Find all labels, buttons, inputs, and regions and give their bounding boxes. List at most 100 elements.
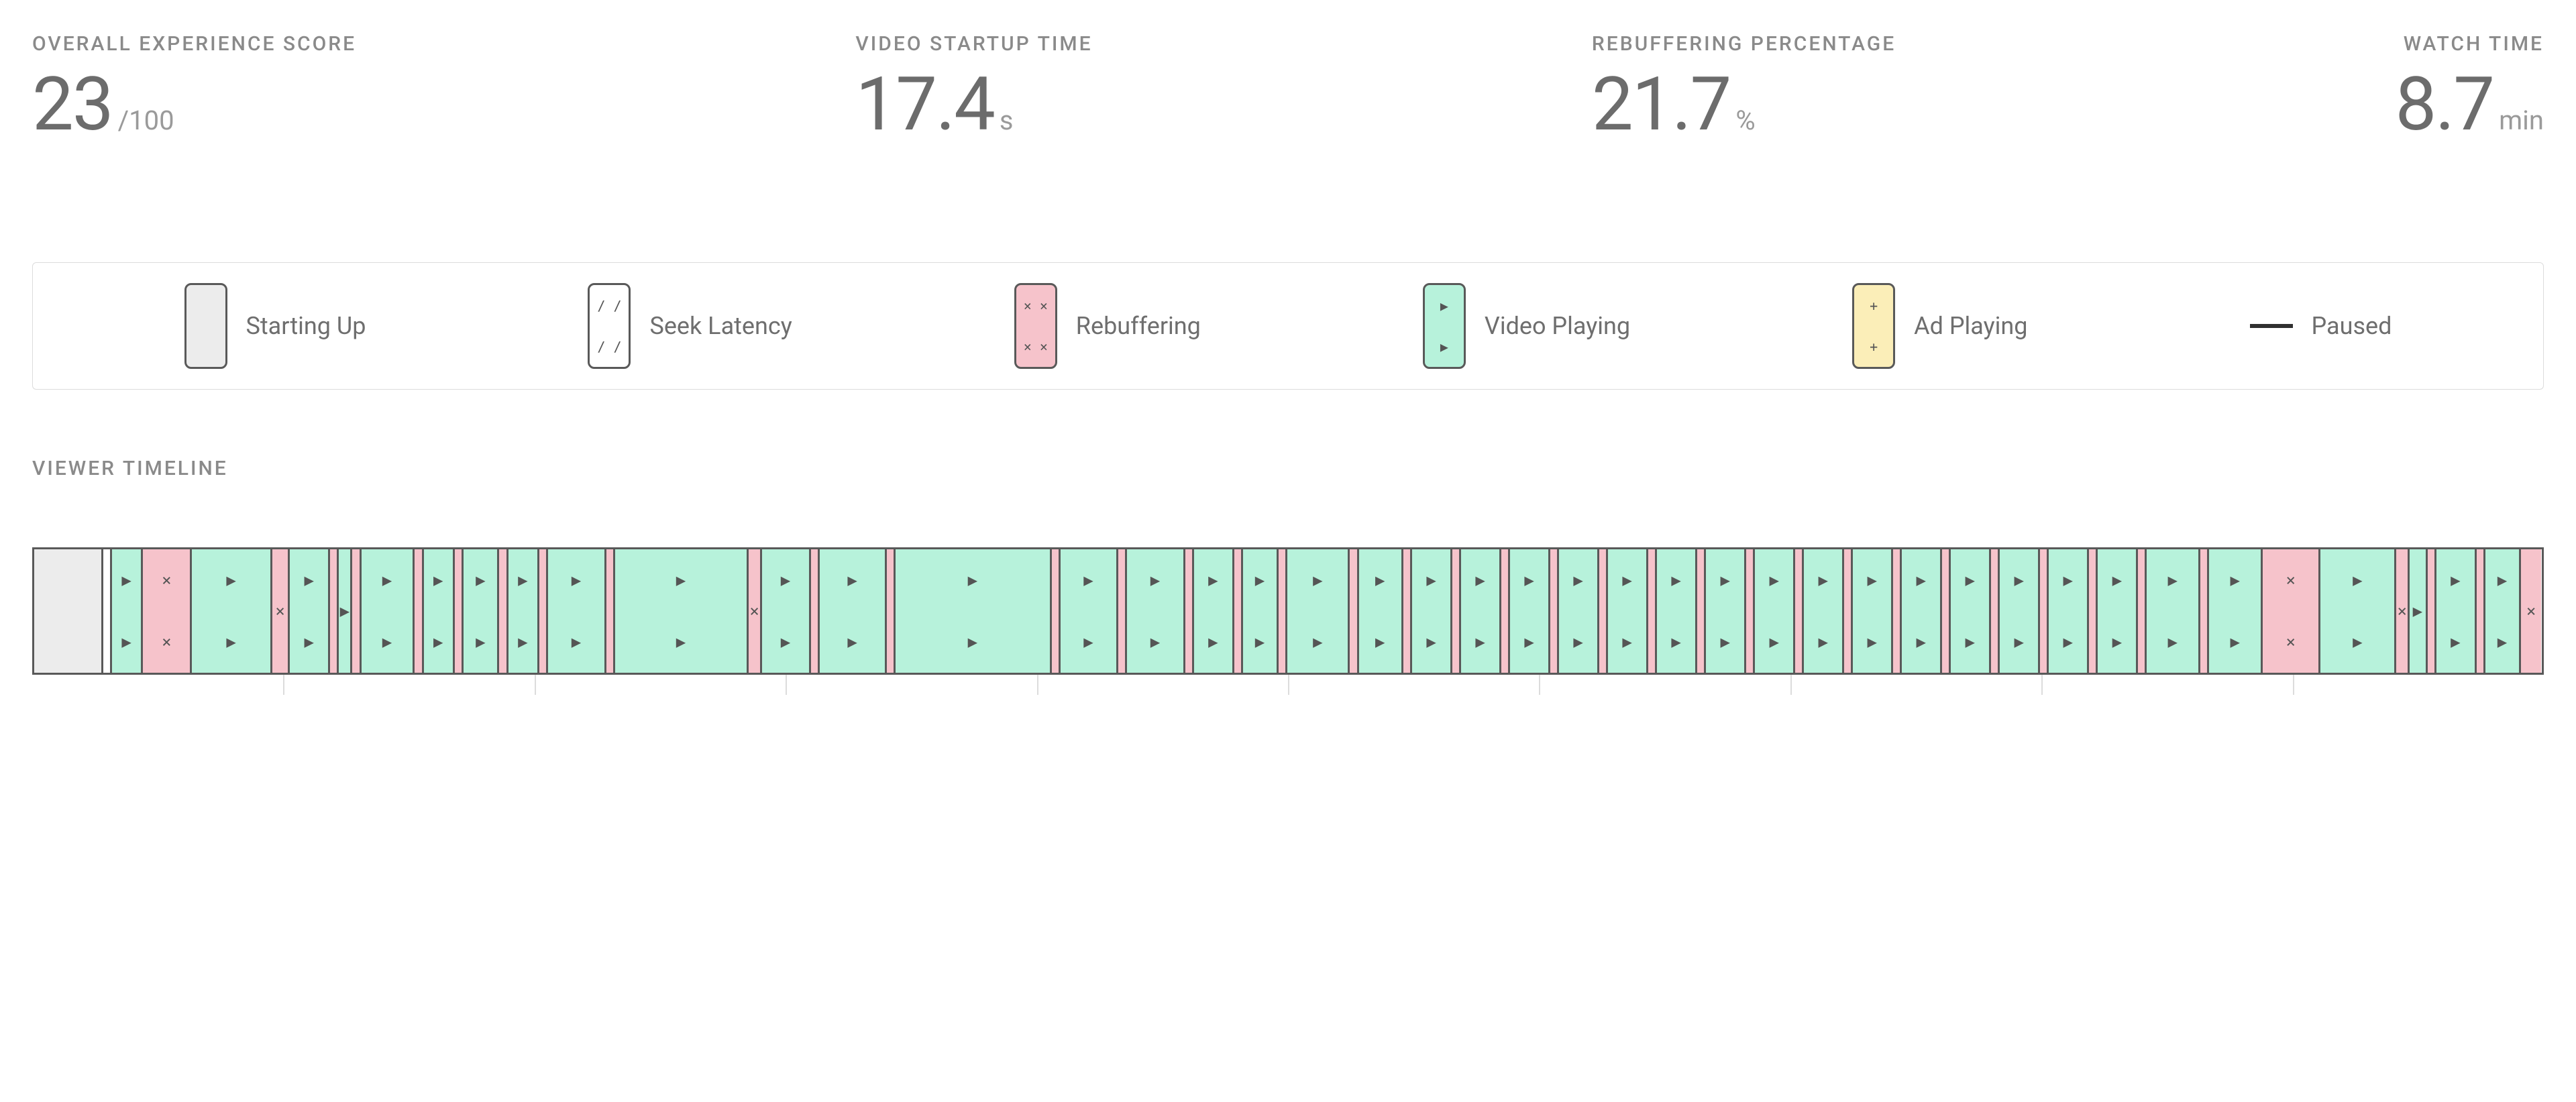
legend-rebuffering: × ×× × Rebuffering xyxy=(1014,283,1201,369)
timeline-segment-rebuffer[interactable] xyxy=(413,549,421,673)
timeline-segment-rebuffer[interactable] xyxy=(2087,549,2096,673)
axis-tick xyxy=(1790,675,2041,695)
timeline-segment-playing[interactable]: ▶▶ xyxy=(1851,549,1891,673)
timeline-segment-playing[interactable]: ▶▶ xyxy=(1285,549,1348,673)
metric-label: OVERALL EXPERIENCE SCORE xyxy=(32,32,356,56)
timeline-segment-playing[interactable]: ▶▶ xyxy=(1900,549,1940,673)
timeline-segment-playing[interactable]: ▶▶ xyxy=(1410,549,1450,673)
timeline-segment-rebuffer[interactable] xyxy=(537,549,546,673)
timeline-segment-rebuffer[interactable] xyxy=(1499,549,1508,673)
timeline-segment-playing[interactable]: ▶ xyxy=(2408,549,2426,673)
timeline-segment-playing[interactable]: ▶▶ xyxy=(506,549,537,673)
timeline-segment-playing[interactable]: ▶▶ xyxy=(1192,549,1232,673)
timeline-segment-playing[interactable]: ▶▶ xyxy=(2145,549,2198,673)
timeline-segment-rebuffer[interactable] xyxy=(2136,549,2145,673)
timeline-segment-rebuffer[interactable] xyxy=(453,549,462,673)
timeline-segment-rebuffer[interactable]: ×× xyxy=(141,549,190,673)
timeline-segment-playing[interactable]: ▶▶ xyxy=(190,549,270,673)
ad-playing-icon: ++ xyxy=(1852,283,1895,369)
timeline-segment-rebuffer[interactable] xyxy=(1277,549,1285,673)
timeline-segment-rebuffer[interactable] xyxy=(885,549,894,673)
timeline-segment-playing[interactable]: ▶▶ xyxy=(1753,549,1793,673)
legend-label: Paused xyxy=(2312,312,2392,340)
timeline-segment-rebuffer[interactable] xyxy=(497,549,506,673)
timeline-segment-rebuffer[interactable]: × xyxy=(2519,549,2541,673)
timeline-segment-rebuffer[interactable] xyxy=(1842,549,1851,673)
timeline-segment-playing[interactable]: ▶▶ xyxy=(2207,549,2261,673)
timeline-segment-rebuffer[interactable] xyxy=(1183,549,1192,673)
timeline-segment-rebuffer[interactable] xyxy=(1744,549,1753,673)
timeline-segment-playing[interactable]: ▶▶ xyxy=(1508,549,1548,673)
legend-label: Seek Latency xyxy=(649,312,792,340)
timeline-segment-playing[interactable]: ▶▶ xyxy=(1606,549,1646,673)
timeline-segment-playing[interactable]: ▶▶ xyxy=(1357,549,1401,673)
timeline-segment-rebuffer[interactable] xyxy=(1450,549,1459,673)
timeline-segment-rebuffer[interactable] xyxy=(1695,549,1704,673)
timeline-segment-rebuffer[interactable] xyxy=(1793,549,1802,673)
timeline-segment-rebuffer[interactable] xyxy=(1646,549,1655,673)
timeline-segment-playing[interactable]: ▶▶ xyxy=(1802,549,1842,673)
timeline-segment-rebuffer[interactable]: × xyxy=(2394,549,2408,673)
timeline-track[interactable]: ▶▶××▶▶×▶▶▶▶▶▶▶▶▶▶▶▶▶▶▶×▶▶▶▶▶▶▶▶▶▶▶▶▶▶▶▶▶… xyxy=(32,547,2544,675)
timeline-segment-playing[interactable]: ▶▶ xyxy=(110,549,141,673)
timeline-legend: Starting Up / // / Seek Latency × ×× × R… xyxy=(32,262,2544,390)
timeline-segment-playing[interactable]: ▶▶ xyxy=(613,549,747,673)
timeline-segment-playing[interactable]: ▶▶ xyxy=(1704,549,1744,673)
timeline-segment-playing[interactable]: ▶▶ xyxy=(1557,549,1597,673)
timeline-segment-rebuffer[interactable] xyxy=(1989,549,1998,673)
legend-label: Starting Up xyxy=(246,312,366,340)
axis-tick xyxy=(1539,675,1790,695)
timeline-segment-rebuffer[interactable]: × xyxy=(747,549,760,673)
timeline-segment-playing[interactable]: ▶▶ xyxy=(1949,549,1989,673)
timeline-segment-playing[interactable]: ▶▶ xyxy=(462,549,497,673)
metric-overall-score: OVERALL EXPERIENCE SCORE 23 /100 xyxy=(32,32,356,142)
timeline-segment-playing[interactable]: ▶▶ xyxy=(2434,549,2475,673)
timeline-segment-rebuffer[interactable] xyxy=(328,549,337,673)
timeline-segment-seek[interactable] xyxy=(101,549,110,673)
timeline-segment-rebuffer[interactable] xyxy=(1401,549,1410,673)
timeline-segment-rebuffer[interactable] xyxy=(2198,549,2207,673)
timeline-segment-playing[interactable]: ▶▶ xyxy=(1059,549,1116,673)
timeline-segment-playing[interactable]: ▶▶ xyxy=(2047,549,2087,673)
timeline-segment-playing[interactable]: ▶▶ xyxy=(2096,549,2136,673)
timeline-segment-playing[interactable]: ▶▶ xyxy=(818,549,885,673)
timeline-segment-rebuffer[interactable] xyxy=(2038,549,2047,673)
timeline-segment-playing[interactable]: ▶▶ xyxy=(760,549,809,673)
timeline-segment-playing[interactable]: ▶▶ xyxy=(1459,549,1499,673)
axis-tick xyxy=(2293,675,2544,695)
timeline-segment-playing[interactable]: ▶▶ xyxy=(1125,549,1183,673)
timeline-segment-playing[interactable]: ▶▶ xyxy=(1241,549,1277,673)
axis-tick xyxy=(535,675,786,695)
timeline-segment-playing[interactable]: ▶▶ xyxy=(894,549,1049,673)
timeline-segment-starting_up[interactable] xyxy=(34,549,101,673)
timeline-segment-rebuffer[interactable] xyxy=(604,549,613,673)
timeline-segment-rebuffer[interactable] xyxy=(1891,549,1900,673)
axis-tick xyxy=(283,675,534,695)
timeline-segment-rebuffer[interactable] xyxy=(1597,549,1606,673)
timeline-segment-rebuffer[interactable] xyxy=(2426,549,2434,673)
timeline-segment-rebuffer[interactable] xyxy=(1940,549,1949,673)
timeline-segment-rebuffer[interactable]: × xyxy=(270,549,288,673)
timeline-segment-rebuffer[interactable] xyxy=(1050,549,1059,673)
timeline-segment-rebuffer[interactable] xyxy=(350,549,359,673)
timeline-segment-rebuffer[interactable] xyxy=(1548,549,1557,673)
timeline-segment-playing[interactable]: ▶▶ xyxy=(288,549,328,673)
timeline-segment-playing[interactable]: ▶▶ xyxy=(2318,549,2394,673)
metric-label: VIDEO STARTUP TIME xyxy=(855,32,1092,56)
timeline-segment-rebuffer[interactable] xyxy=(2475,549,2483,673)
timeline-segment-rebuffer[interactable] xyxy=(1348,549,1356,673)
timeline-segment-playing[interactable]: ▶▶ xyxy=(546,549,604,673)
timeline-segment-playing[interactable]: ▶▶ xyxy=(1655,549,1695,673)
axis-tick xyxy=(2041,675,2292,695)
timeline-segment-playing[interactable]: ▶ xyxy=(337,549,350,673)
metric-unit: min xyxy=(2499,105,2544,136)
timeline-segment-playing[interactable]: ▶▶ xyxy=(360,549,413,673)
timeline-segment-rebuffer[interactable] xyxy=(809,549,818,673)
timeline-segment-rebuffer[interactable] xyxy=(1232,549,1241,673)
timeline-segment-rebuffer[interactable]: ×× xyxy=(2261,549,2318,673)
legend-label: Rebuffering xyxy=(1076,312,1201,340)
timeline-segment-playing[interactable]: ▶▶ xyxy=(422,549,453,673)
timeline-segment-rebuffer[interactable] xyxy=(1116,549,1125,673)
timeline-segment-playing[interactable]: ▶▶ xyxy=(2483,549,2519,673)
timeline-segment-playing[interactable]: ▶▶ xyxy=(1998,549,2038,673)
